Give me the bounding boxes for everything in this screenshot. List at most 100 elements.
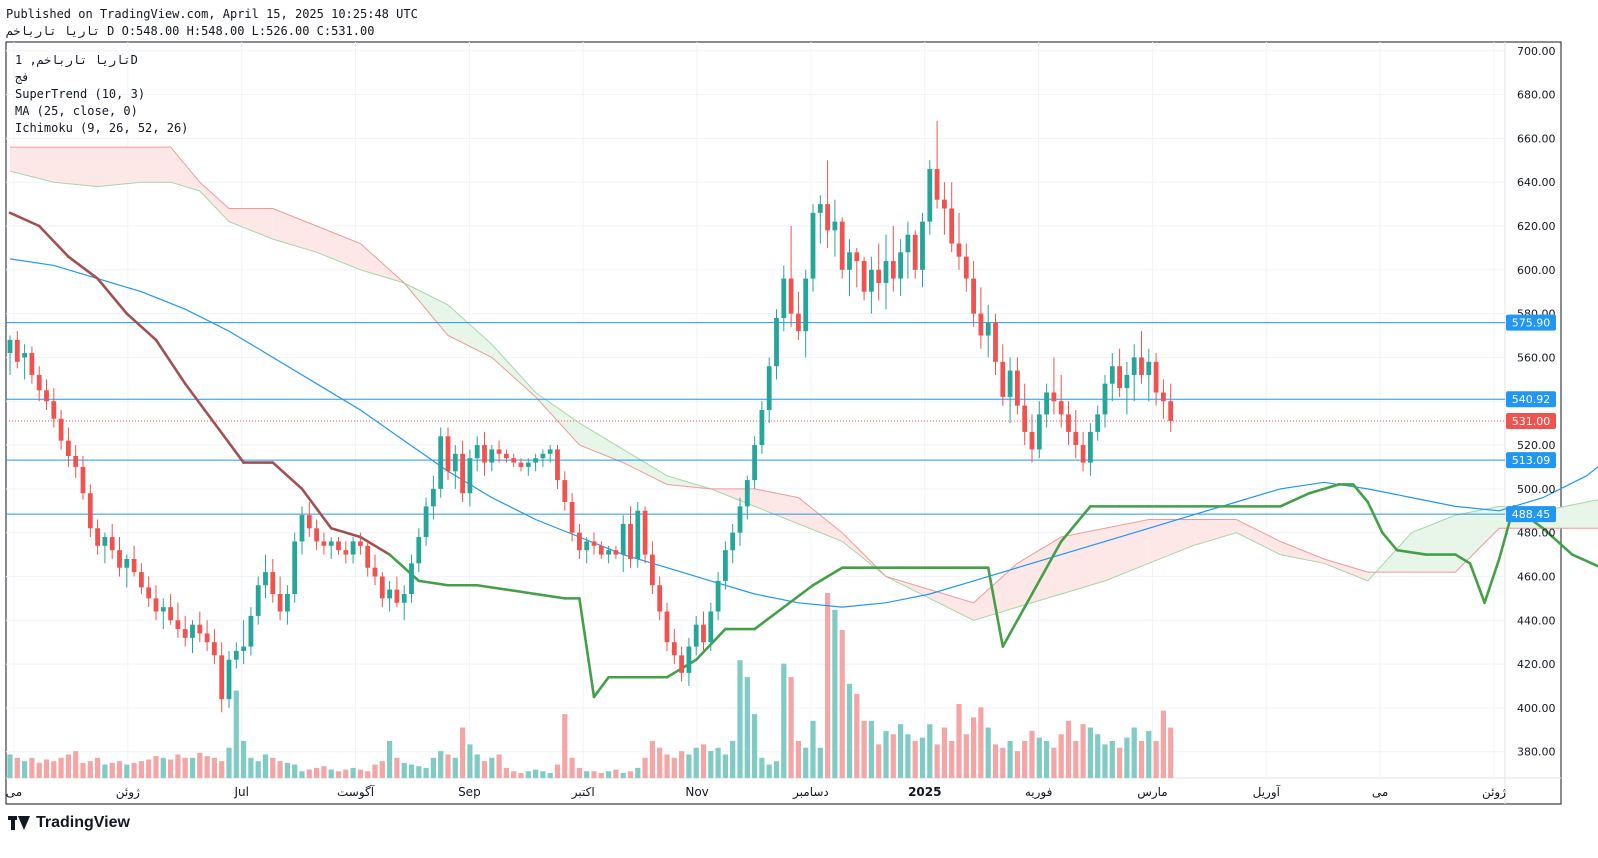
candle-body — [1131, 357, 1137, 375]
volume-bar — [1065, 720, 1072, 778]
volume-bar — [985, 727, 991, 778]
volume-bar — [489, 757, 495, 778]
volume-bar — [591, 771, 597, 778]
volume-bar — [825, 593, 831, 778]
volume-bar — [226, 747, 232, 778]
candle-body — [949, 208, 955, 244]
candle-body — [825, 204, 830, 231]
candle-body — [504, 453, 509, 459]
volume-bar — [87, 761, 93, 778]
legend-supertrend[interactable]: SuperTrend (10, 3) — [15, 87, 145, 101]
supertrend-segment — [505, 588, 537, 596]
volume-bar — [883, 730, 889, 778]
volume-bar — [65, 754, 71, 778]
price-tick-label: 500.00 — [1517, 483, 1556, 496]
candle-body — [737, 506, 743, 533]
candle-body — [584, 541, 590, 551]
volume-bar — [569, 757, 575, 778]
volume-bar — [1007, 741, 1013, 778]
candle-body — [759, 410, 765, 446]
candle-body — [883, 261, 889, 283]
volume-bar — [679, 751, 685, 778]
volume-bar — [547, 772, 553, 778]
supertrend-segment — [475, 583, 508, 591]
volume-bar — [795, 741, 801, 778]
volume-bar — [1102, 744, 1108, 778]
volume-bar — [496, 754, 502, 778]
candle-body — [686, 646, 692, 673]
volume-bar — [1095, 734, 1101, 778]
candle-body — [730, 532, 736, 551]
candle-body — [533, 458, 538, 463]
candle-body — [847, 252, 852, 270]
time-tick-label: می — [6, 785, 22, 799]
candle-body — [482, 445, 487, 463]
candle-body — [518, 462, 524, 467]
price-tick-label: 660.00 — [1517, 132, 1556, 145]
supertrend-segment — [1483, 557, 1501, 605]
candle-body — [58, 418, 64, 441]
volume-bar — [941, 727, 947, 778]
time-axis[interactable]: می ژوئن Jul آگوست Sep اکتبر Nov دسامبر 2025 فوریه… — [6, 784, 1506, 800]
volume-bar — [138, 761, 144, 778]
tradingview-brand[interactable]: TradingView — [8, 814, 130, 832]
candle-body — [832, 221, 838, 231]
volume-bar — [1168, 727, 1174, 778]
volume-bar — [868, 720, 874, 778]
cloud-segment — [53, 147, 98, 187]
candle-body — [372, 567, 378, 577]
cloud-segment — [97, 147, 142, 187]
volume-bar — [197, 752, 203, 778]
volume-bar — [657, 747, 663, 778]
candle-body — [467, 458, 473, 494]
volume-bar — [1146, 730, 1152, 778]
supertrend-line — [8, 211, 1598, 699]
candle-body — [1022, 405, 1028, 432]
volume-bar — [912, 741, 918, 778]
volume-bar — [854, 693, 860, 778]
volume-bar — [1029, 730, 1035, 778]
volume-bar — [773, 761, 780, 778]
cloud-segment — [1061, 528, 1105, 594]
candle-body — [1080, 445, 1086, 463]
volume-bar — [438, 751, 444, 778]
volume-bar — [627, 771, 634, 778]
candle-body — [723, 550, 728, 581]
volume-bar — [1036, 737, 1042, 778]
volume-bar — [1124, 737, 1130, 778]
candle-body — [1168, 401, 1174, 421]
volume-bar — [730, 741, 736, 778]
volume-bar — [299, 771, 305, 778]
volume-bar — [343, 769, 349, 778]
candle-body — [44, 390, 49, 402]
candle-body — [642, 510, 648, 555]
candle-body — [452, 453, 458, 472]
volume-bar — [80, 762, 86, 778]
candle-body — [876, 269, 882, 283]
cloud-segment — [1280, 541, 1324, 564]
cloud-segment — [199, 182, 229, 222]
candle-body — [1058, 401, 1064, 415]
hline-tag-label: 540.92 — [1512, 393, 1551, 406]
volume-bar — [1138, 741, 1145, 778]
candle-body — [525, 462, 531, 467]
candle-body — [562, 480, 568, 502]
supertrend-segment — [1381, 531, 1399, 552]
cloud-segment — [929, 589, 974, 621]
candle-body — [87, 493, 93, 529]
candle-body — [985, 322, 991, 336]
volume-bar — [233, 690, 239, 778]
candle-body — [993, 322, 998, 362]
candle-body — [1124, 374, 1130, 389]
legend-ichimoku[interactable]: Ichimoku (9, 26, 52, 26) — [15, 121, 188, 135]
legend-ma[interactable]: MA (25, close, 0) — [15, 104, 138, 118]
candle-body — [657, 585, 663, 612]
candle-body — [613, 550, 619, 555]
volume-bar — [460, 727, 466, 778]
price-chart[interactable]: 380.00 400.00 420.00 440.00 460.00 480.00 500.… — [0, 0, 1598, 858]
cloud-segment — [1236, 519, 1281, 555]
candle-body — [1036, 414, 1042, 450]
candle-body — [796, 313, 801, 332]
candle-body — [774, 318, 779, 367]
volume-bar — [22, 761, 28, 778]
